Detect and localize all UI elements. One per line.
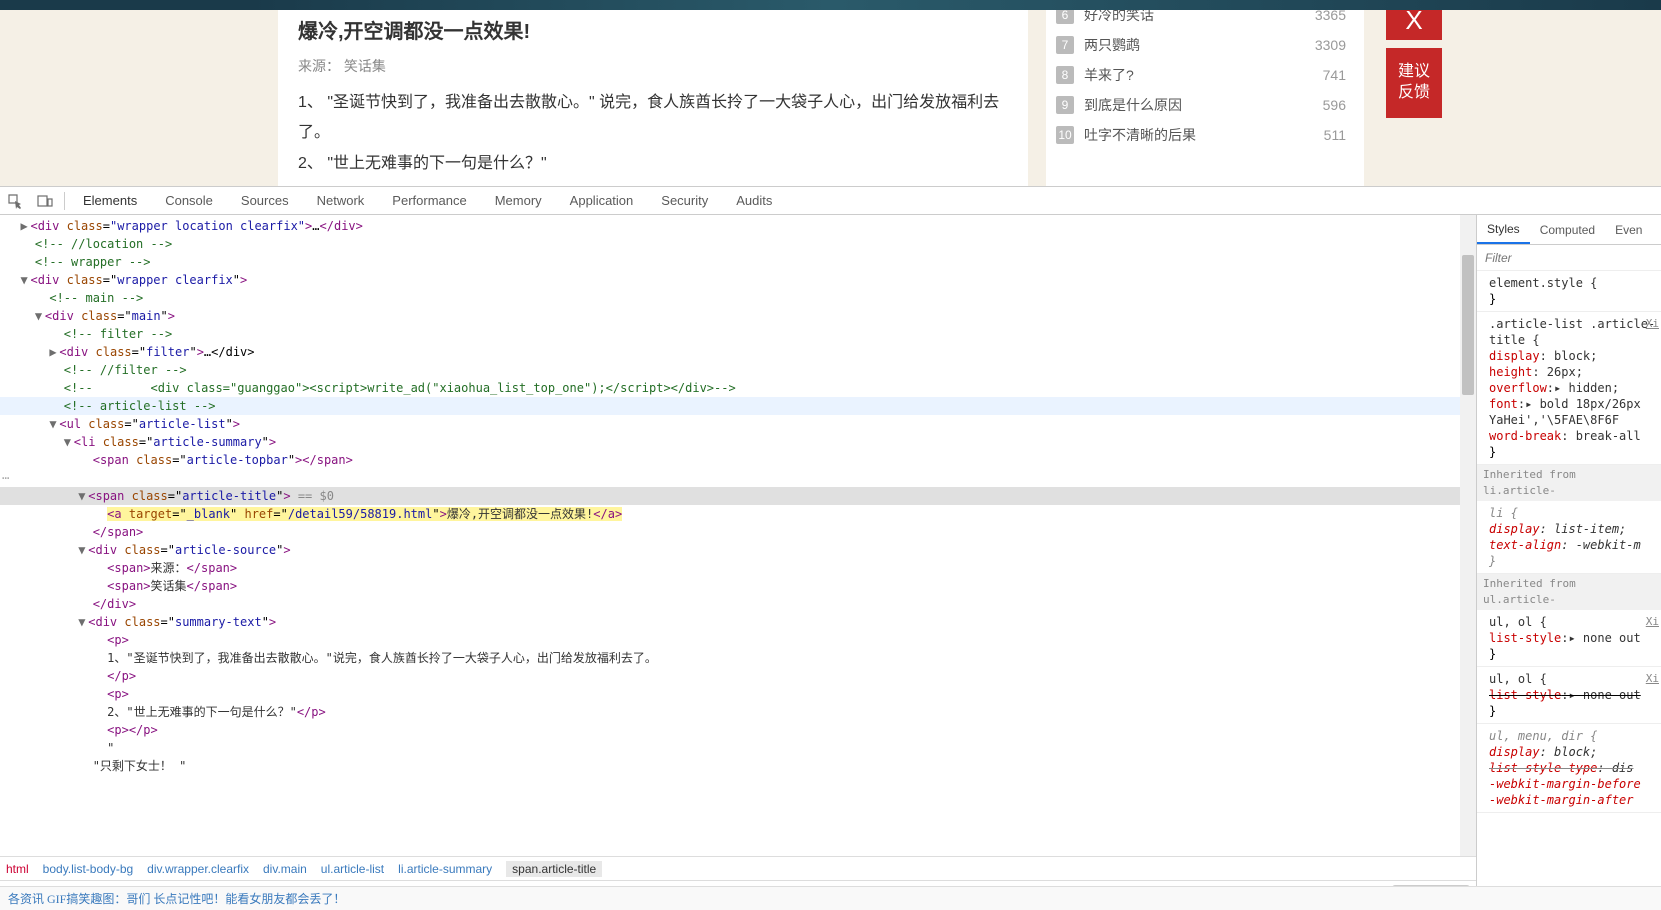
- sidebar-item-title: 到底是什么原因: [1084, 95, 1323, 115]
- tab-network[interactable]: Network: [303, 187, 379, 214]
- rule-ulol-1[interactable]: Xi ul, ol { list-style:▸ none out }: [1477, 610, 1661, 667]
- bc-main[interactable]: div.main: [263, 862, 307, 876]
- sidebar-item-count: 741: [1323, 67, 1364, 83]
- styles-rules[interactable]: element.style { } Xi .article-list .arti…: [1477, 271, 1661, 910]
- bc-html[interactable]: html: [6, 862, 29, 876]
- article-source: 来源： 笑话集: [298, 56, 1008, 76]
- tab-security[interactable]: Security: [647, 187, 722, 214]
- rank-badge: 7: [1056, 36, 1074, 54]
- tab-event[interactable]: Even: [1605, 215, 1652, 244]
- inspect-icon[interactable]: [0, 193, 30, 209]
- divider: [64, 192, 65, 210]
- source-value: 笑话集: [344, 58, 386, 74]
- tab-styles[interactable]: Styles: [1477, 215, 1530, 244]
- inherited-header: Inherited from li.article-: [1477, 465, 1661, 501]
- feedback-widget: X 建议 反馈: [1384, 0, 1444, 186]
- rule-article-title[interactable]: Xi .article-list .article-title { displa…: [1477, 312, 1661, 465]
- rule-ulol-2[interactable]: Xi ul, ol { list-style:▸ none out }: [1477, 667, 1661, 724]
- feedback-button[interactable]: 建议 反馈: [1386, 48, 1442, 118]
- sidebar-item[interactable]: 10 吐字不清晰的后果511: [1056, 120, 1364, 150]
- tab-application[interactable]: Application: [556, 187, 648, 214]
- status-text: 各资讯 GIF搞笑趣图：哥们 长点记性吧！能看女朋友都会丢了！: [8, 890, 345, 907]
- rank-badge: 10: [1056, 126, 1074, 144]
- scrollbar-thumb[interactable]: [1462, 255, 1474, 395]
- bc-body[interactable]: body.list-body-bg: [43, 862, 134, 876]
- devtools-body: ▶<div class="wrapper location clearfix">…: [0, 215, 1661, 910]
- styles-tabs: Styles Computed Even: [1477, 215, 1661, 245]
- sidebar-item[interactable]: 8 羊来了?741: [1056, 60, 1364, 90]
- tab-sources[interactable]: Sources: [227, 187, 303, 214]
- sidebar-item-title: 羊来了?: [1084, 65, 1323, 85]
- tab-elements[interactable]: Elements: [69, 187, 151, 214]
- rule-element-style[interactable]: element.style { }: [1477, 271, 1661, 312]
- browser-status-bar: 各资讯 GIF搞笑趣图：哥们 长点记性吧！能看女朋友都会丢了！: [0, 886, 1661, 910]
- devtools-panel: Elements Console Sources Network Perform…: [0, 186, 1661, 910]
- sidebar-item-title: 两只鹦鹉: [1084, 35, 1315, 55]
- gutter-ellipsis: ⋯: [0, 469, 1476, 487]
- article-box: 爆冷,开空调都没一点效果! 来源： 笑话集 1、 "圣诞节快到了，我准备出去散散…: [278, 0, 1028, 186]
- rank-badge: 8: [1056, 66, 1074, 84]
- rank-badge: 9: [1056, 96, 1074, 114]
- sidebar-list: 6好冷的笑话3365 7两只鹦鹉3309 8羊来了?741 9到底是什么原因59…: [1046, 0, 1364, 186]
- rule-ul-menu-dir[interactable]: ul, menu, dir { display: block; list-sty…: [1477, 724, 1661, 813]
- gap: [1028, 0, 1046, 186]
- tab-memory[interactable]: Memory: [481, 187, 556, 214]
- article-title[interactable]: 爆冷,开空调都没一点效果!: [298, 15, 1008, 44]
- dom-panel: ▶<div class="wrapper location clearfix">…: [0, 215, 1477, 910]
- tab-console[interactable]: Console: [151, 187, 227, 214]
- sidebar-item[interactable]: 7 两只鹦鹉3309: [1056, 30, 1364, 60]
- tab-audits[interactable]: Audits: [722, 187, 786, 214]
- inherited-header: Inherited from ul.article-: [1477, 574, 1661, 610]
- article-p1: 1、 "圣诞节快到了，我准备出去散散心。" 说完，食人族酋长拎了一大袋子人心，出…: [298, 88, 1008, 149]
- sidebar-item-count: 3309: [1315, 37, 1364, 53]
- styles-panel: Styles Computed Even element.style { } X…: [1477, 215, 1661, 910]
- article-body: 1、 "圣诞节快到了，我准备出去散散心。" 说完，食人族酋长拎了一大袋子人心，出…: [298, 88, 1008, 179]
- devtools-tabs: Elements Console Sources Network Perform…: [0, 187, 1661, 215]
- page-content: 爆冷,开空调都没一点效果! 来源： 笑话集 1、 "圣诞节快到了，我准备出去散散…: [0, 0, 1661, 186]
- device-icon[interactable]: [30, 193, 60, 209]
- source-link[interactable]: Xi: [1646, 316, 1659, 332]
- source-link[interactable]: Xi: [1646, 614, 1659, 630]
- styles-filter-input[interactable]: [1477, 245, 1661, 270]
- bc-li[interactable]: li.article-summary: [398, 862, 492, 876]
- tab-computed[interactable]: Computed: [1530, 215, 1605, 244]
- scrollbar[interactable]: [1460, 215, 1476, 856]
- article-p2: 2、 "世上无难事的下一句是什么？": [298, 149, 1008, 179]
- sidebar-item-count: 596: [1323, 97, 1364, 113]
- bc-wrapper[interactable]: div.wrapper.clearfix: [147, 862, 249, 876]
- dom-breadcrumb: html body.list-body-bg div.wrapper.clear…: [0, 856, 1476, 880]
- window-title-bar: [0, 0, 1661, 10]
- styles-filter: [1477, 245, 1661, 271]
- bc-span[interactable]: span.article-title: [506, 861, 602, 877]
- dom-tree[interactable]: ▶<div class="wrapper location clearfix">…: [0, 215, 1476, 856]
- sidebar-item-title: 吐字不清晰的后果: [1084, 125, 1324, 145]
- source-label: 来源：: [298, 58, 340, 74]
- sidebar-item-count: 511: [1324, 127, 1364, 143]
- bc-ul[interactable]: ul.article-list: [321, 862, 384, 876]
- left-margin: [0, 0, 278, 186]
- source-link[interactable]: Xi: [1646, 671, 1659, 687]
- tab-performance[interactable]: Performance: [378, 187, 480, 214]
- sidebar-item[interactable]: 9 到底是什么原因596: [1056, 90, 1364, 120]
- rule-li[interactable]: li { display: list-item; text-align: -we…: [1477, 501, 1661, 574]
